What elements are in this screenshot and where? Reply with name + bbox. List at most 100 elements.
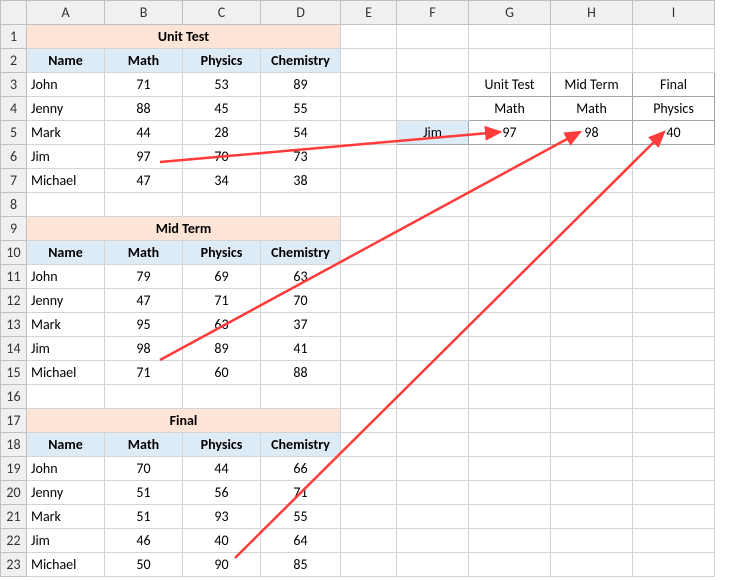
- cell[interactable]: Physics: [183, 241, 261, 265]
- cell[interactable]: 47: [105, 289, 183, 313]
- cell[interactable]: 70: [105, 457, 183, 481]
- cell[interactable]: [633, 193, 715, 217]
- cell[interactable]: [633, 241, 715, 265]
- cell[interactable]: [397, 241, 469, 265]
- cell[interactable]: Jim: [27, 337, 105, 361]
- cell[interactable]: [551, 337, 633, 361]
- cell[interactable]: [397, 169, 469, 193]
- cell[interactable]: [105, 385, 183, 409]
- cell[interactable]: [341, 25, 397, 49]
- cell[interactable]: [551, 145, 633, 169]
- cell[interactable]: Name: [27, 433, 105, 457]
- row-header-14[interactable]: 14: [1, 337, 27, 361]
- cell[interactable]: Math: [551, 97, 633, 121]
- cell[interactable]: 93: [183, 505, 261, 529]
- cell[interactable]: 97: [469, 121, 551, 145]
- cell[interactable]: [341, 481, 397, 505]
- cell[interactable]: Jim: [27, 529, 105, 553]
- cell[interactable]: 71: [261, 481, 341, 505]
- cell[interactable]: [633, 217, 715, 241]
- cell[interactable]: [397, 361, 469, 385]
- cell[interactable]: Mark: [27, 313, 105, 337]
- cell[interactable]: [469, 265, 551, 289]
- cell[interactable]: [341, 385, 397, 409]
- cell[interactable]: Math: [469, 97, 551, 121]
- cell[interactable]: Jenny: [27, 97, 105, 121]
- cell[interactable]: [183, 193, 261, 217]
- cell[interactable]: [397, 25, 469, 49]
- cell[interactable]: [261, 385, 341, 409]
- row-header-9[interactable]: 9: [1, 217, 27, 241]
- row-header-7[interactable]: 7: [1, 169, 27, 193]
- cell[interactable]: 88: [261, 361, 341, 385]
- cell[interactable]: 34: [183, 169, 261, 193]
- cell[interactable]: [341, 217, 397, 241]
- cell[interactable]: [397, 385, 469, 409]
- cell[interactable]: [341, 145, 397, 169]
- cell[interactable]: [469, 217, 551, 241]
- cell[interactable]: [551, 409, 633, 433]
- cell[interactable]: [633, 169, 715, 193]
- col-header-e[interactable]: E: [341, 1, 397, 25]
- cell[interactable]: [341, 433, 397, 457]
- cell[interactable]: [341, 457, 397, 481]
- cell[interactable]: 79: [105, 265, 183, 289]
- cell[interactable]: [341, 49, 397, 73]
- cell[interactable]: 85: [261, 553, 341, 577]
- row-header-8[interactable]: 8: [1, 193, 27, 217]
- cell[interactable]: [341, 265, 397, 289]
- row-header-4[interactable]: 4: [1, 97, 27, 121]
- mid-term-title[interactable]: Mid Term: [27, 217, 341, 241]
- row-header-5[interactable]: 5: [1, 121, 27, 145]
- cell[interactable]: 40: [183, 529, 261, 553]
- cell[interactable]: 69: [183, 265, 261, 289]
- cell[interactable]: Chemistry: [261, 433, 341, 457]
- cell[interactable]: [633, 385, 715, 409]
- cell[interactable]: John: [27, 457, 105, 481]
- cell[interactable]: 90: [183, 553, 261, 577]
- cell[interactable]: Final: [633, 73, 715, 97]
- row-header-11[interactable]: 11: [1, 265, 27, 289]
- cell[interactable]: 51: [105, 481, 183, 505]
- cell[interactable]: [469, 193, 551, 217]
- row-header-23[interactable]: 23: [1, 553, 27, 577]
- cell[interactable]: [397, 433, 469, 457]
- cell[interactable]: [469, 241, 551, 265]
- cell[interactable]: 63: [261, 265, 341, 289]
- cell[interactable]: [551, 529, 633, 553]
- cell[interactable]: Math: [105, 433, 183, 457]
- cell[interactable]: [397, 145, 469, 169]
- row-header-15[interactable]: 15: [1, 361, 27, 385]
- cell[interactable]: [469, 433, 551, 457]
- row-header-20[interactable]: 20: [1, 481, 27, 505]
- cell[interactable]: 41: [261, 337, 341, 361]
- cell[interactable]: [551, 361, 633, 385]
- cell[interactable]: [551, 217, 633, 241]
- cell[interactable]: 56: [183, 481, 261, 505]
- cell[interactable]: [27, 385, 105, 409]
- cell[interactable]: [341, 337, 397, 361]
- cell[interactable]: 98: [551, 121, 633, 145]
- cell[interactable]: [551, 289, 633, 313]
- cell[interactable]: Mark: [27, 121, 105, 145]
- cell[interactable]: 53: [183, 73, 261, 97]
- cell[interactable]: [341, 361, 397, 385]
- cell[interactable]: [633, 553, 715, 577]
- cell[interactable]: [469, 25, 551, 49]
- cell[interactable]: 89: [261, 73, 341, 97]
- cell[interactable]: Mark: [27, 505, 105, 529]
- cell[interactable]: [469, 337, 551, 361]
- cell[interactable]: [341, 73, 397, 97]
- row-header-21[interactable]: 21: [1, 505, 27, 529]
- row-header-17[interactable]: 17: [1, 409, 27, 433]
- cell[interactable]: Michael: [27, 553, 105, 577]
- cell[interactable]: [183, 385, 261, 409]
- cell[interactable]: 37: [261, 313, 341, 337]
- cell[interactable]: [469, 145, 551, 169]
- final-title[interactable]: Final: [27, 409, 341, 433]
- cell[interactable]: Physics: [183, 49, 261, 73]
- cell[interactable]: Michael: [27, 361, 105, 385]
- cell[interactable]: [633, 361, 715, 385]
- cell[interactable]: Jim: [397, 121, 469, 145]
- cell[interactable]: Jenny: [27, 481, 105, 505]
